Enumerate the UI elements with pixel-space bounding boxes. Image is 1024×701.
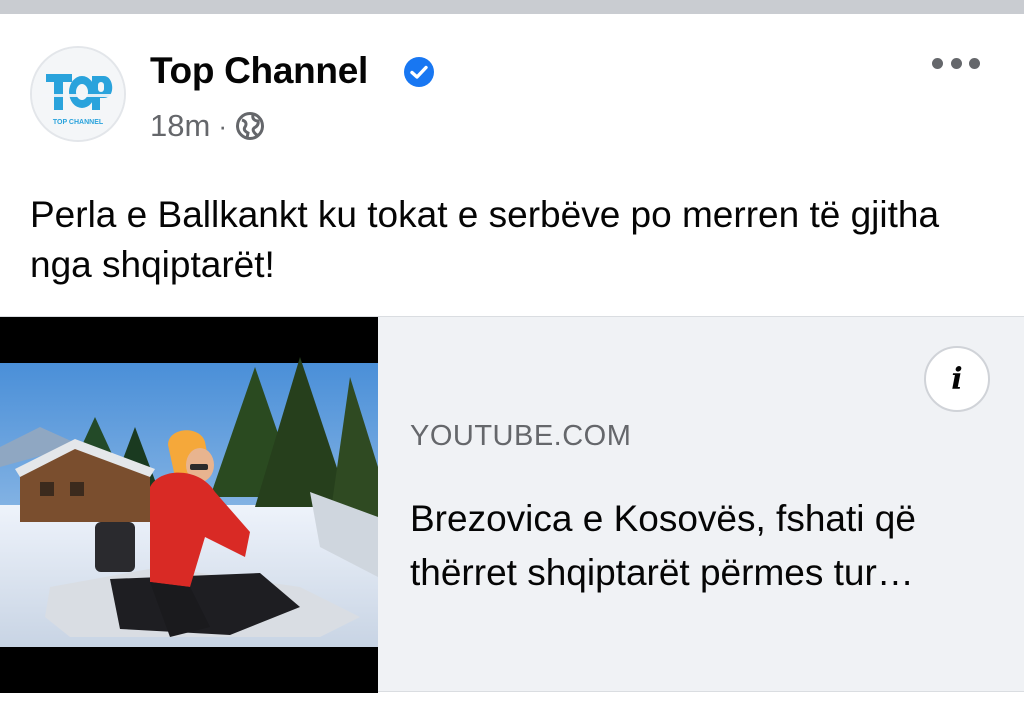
more-options-button[interactable] — [932, 48, 980, 78]
top-divider-bar — [0, 0, 1024, 14]
video-thumbnail[interactable] — [0, 317, 378, 693]
author-name[interactable]: Top Channel — [150, 50, 368, 92]
post-timestamp[interactable]: 18m — [150, 108, 210, 144]
post-meta: 18m · — [150, 108, 265, 144]
globe-icon — [235, 112, 264, 140]
verified-badge-icon — [404, 57, 434, 87]
post-text: Perla e Ballkankt ku tokat e serbëve po … — [30, 194, 940, 285]
info-button[interactable]: i — [924, 346, 990, 412]
more-dot-icon — [932, 57, 943, 69]
thumbnail-image — [0, 317, 378, 693]
more-dot-icon — [950, 57, 962, 69]
more-dot-icon — [969, 57, 980, 69]
link-domain: YOUTUBE.COM — [410, 420, 632, 452]
info-icon: i — [951, 361, 963, 397]
page-avatar[interactable]: TOP CHANNEL — [30, 46, 126, 142]
meta-separator: · — [218, 110, 227, 141]
top-channel-logo-icon: TOP CHANNEL — [32, 48, 124, 140]
logo-wordmark: TOP CHANNEL — [53, 119, 104, 126]
link-title[interactable]: Brezovica e Kosovës, fshati që thërret s… — [410, 492, 1000, 600]
